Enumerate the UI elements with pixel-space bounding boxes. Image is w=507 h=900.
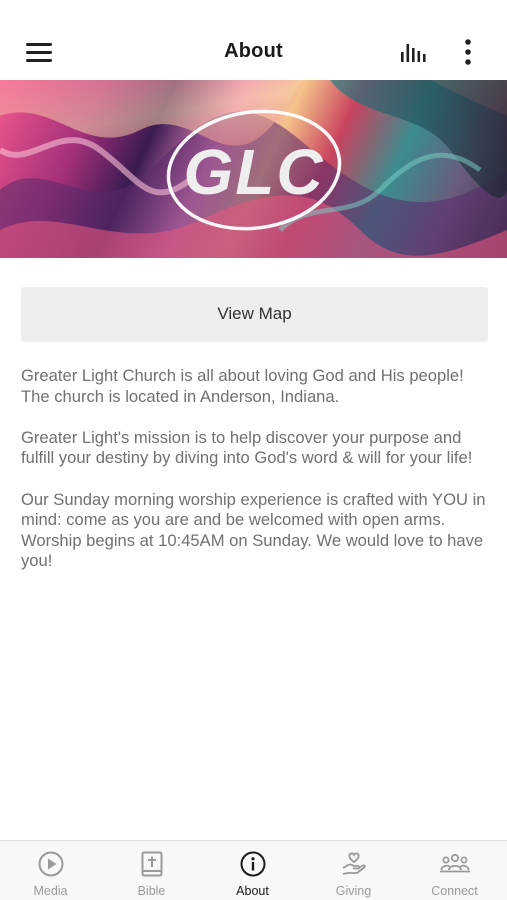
tab-label: Connect [431, 884, 478, 898]
bottom-tab-bar: Media Bible About Giving Connect [0, 840, 507, 900]
about-paragraph: Our Sunday morning worship experience is… [21, 489, 486, 571]
people-group-icon [404, 850, 505, 878]
tab-label: Media [33, 884, 68, 898]
tab-label: About [236, 884, 269, 898]
banner-logo-text: GLC [183, 136, 324, 208]
play-circle-icon [0, 850, 101, 878]
tab-bible[interactable]: Bible [101, 841, 202, 900]
info-circle-icon [202, 850, 303, 878]
vertical-ellipsis-icon[interactable] [456, 36, 480, 68]
about-paragraph: Greater Light Church is all about loving… [21, 366, 464, 406]
about-paragraph: Greater Light's mission is to help disco… [21, 427, 473, 468]
bible-cross-icon [101, 850, 202, 878]
tab-giving[interactable]: Giving [303, 841, 404, 900]
tab-media[interactable]: Media [0, 841, 101, 900]
about-description: Greater Light Church is all about loving… [21, 366, 488, 593]
audio-bars-icon[interactable] [396, 38, 432, 66]
giving-hand-heart-icon [303, 850, 404, 878]
about-screen: About GLC View Map Greater Light Church … [0, 0, 507, 900]
tab-label: Giving [335, 884, 372, 898]
church-banner-image: GLC [0, 80, 507, 258]
tab-label: Bible [137, 884, 166, 898]
view-map-button[interactable]: View Map [21, 287, 488, 341]
tab-about[interactable]: About [202, 841, 303, 900]
top-app-bar: About [0, 0, 507, 80]
tab-connect[interactable]: Connect [404, 841, 505, 900]
